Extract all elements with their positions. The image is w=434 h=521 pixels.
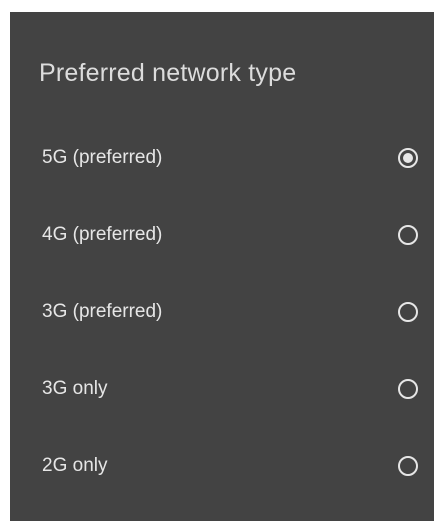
radio-checked-icon[interactable] <box>398 147 418 168</box>
status-bar-area <box>0 0 434 12</box>
option-label: 3G (preferred) <box>42 300 163 322</box>
option-2g-only[interactable]: 2G only <box>10 427 434 504</box>
network-type-options: 5G (preferred) 4G (preferred) 3G (prefer… <box>10 119 434 504</box>
option-label: 3G only <box>42 377 108 399</box>
radio-unchecked-icon[interactable] <box>398 455 418 476</box>
option-3g-preferred[interactable]: 3G (preferred) <box>10 273 434 350</box>
option-label: 4G (preferred) <box>42 223 163 245</box>
option-5g-preferred[interactable]: 5G (preferred) <box>10 119 434 196</box>
option-4g-preferred[interactable]: 4G (preferred) <box>10 196 434 273</box>
radio-unchecked-icon[interactable] <box>398 378 418 399</box>
option-3g-only[interactable]: 3G only <box>10 350 434 427</box>
option-label: 2G only <box>42 454 108 476</box>
option-label: 5G (preferred) <box>42 146 163 168</box>
radio-unchecked-icon[interactable] <box>398 224 418 245</box>
preferred-network-type-dialog: Preferred network type 5G (preferred) 4G… <box>10 12 434 521</box>
dialog-title: Preferred network type <box>39 59 297 87</box>
radio-unchecked-icon[interactable] <box>398 301 418 322</box>
